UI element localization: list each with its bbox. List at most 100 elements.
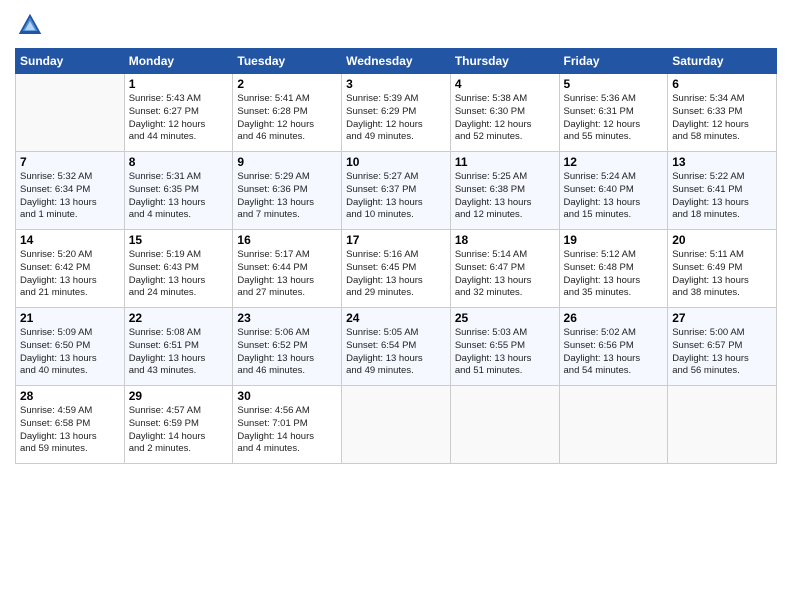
- calendar-cell: [16, 74, 125, 152]
- day-info: Sunrise: 5:36 AM Sunset: 6:31 PM Dayligh…: [564, 93, 664, 144]
- week-row-1: 1 Sunrise: 5:43 AM Sunset: 6:27 PM Daylig…: [16, 74, 777, 152]
- day-info: Sunrise: 5:38 AM Sunset: 6:30 PM Dayligh…: [455, 93, 555, 144]
- calendar-cell: 2 Sunrise: 5:41 AM Sunset: 6:28 PM Daylig…: [233, 74, 342, 152]
- day-info: Sunrise: 5:09 AM Sunset: 6:50 PM Dayligh…: [20, 327, 120, 378]
- calendar-cell: [450, 386, 559, 464]
- day-info: Sunrise: 5:08 AM Sunset: 6:51 PM Dayligh…: [129, 327, 229, 378]
- day-number: 9: [237, 155, 337, 169]
- calendar-cell: 19 Sunrise: 5:12 AM Sunset: 6:48 PM Dayli…: [559, 230, 668, 308]
- day-number: 7: [20, 155, 120, 169]
- day-number: 1: [129, 77, 229, 91]
- day-info: Sunrise: 5:24 AM Sunset: 6:40 PM Dayligh…: [564, 171, 664, 222]
- day-number: 25: [455, 311, 555, 325]
- main-container: SundayMondayTuesdayWednesdayThursdayFrid…: [0, 0, 792, 474]
- page-header: [15, 10, 777, 40]
- calendar-cell: 5 Sunrise: 5:36 AM Sunset: 6:31 PM Daylig…: [559, 74, 668, 152]
- col-header-monday: Monday: [124, 49, 233, 74]
- day-info: Sunrise: 4:59 AM Sunset: 6:58 PM Dayligh…: [20, 405, 120, 456]
- day-info: Sunrise: 5:17 AM Sunset: 6:44 PM Dayligh…: [237, 249, 337, 300]
- day-number: 14: [20, 233, 120, 247]
- day-number: 24: [346, 311, 446, 325]
- day-info: Sunrise: 5:03 AM Sunset: 6:55 PM Dayligh…: [455, 327, 555, 378]
- calendar-cell: 10 Sunrise: 5:27 AM Sunset: 6:37 PM Dayli…: [342, 152, 451, 230]
- day-number: 28: [20, 389, 120, 403]
- day-number: 8: [129, 155, 229, 169]
- day-number: 12: [564, 155, 664, 169]
- calendar-cell: 11 Sunrise: 5:25 AM Sunset: 6:38 PM Dayli…: [450, 152, 559, 230]
- day-info: Sunrise: 5:02 AM Sunset: 6:56 PM Dayligh…: [564, 327, 664, 378]
- calendar-cell: 14 Sunrise: 5:20 AM Sunset: 6:42 PM Dayli…: [16, 230, 125, 308]
- day-info: Sunrise: 5:05 AM Sunset: 6:54 PM Dayligh…: [346, 327, 446, 378]
- day-number: 5: [564, 77, 664, 91]
- day-number: 3: [346, 77, 446, 91]
- col-header-sunday: Sunday: [16, 49, 125, 74]
- day-info: Sunrise: 5:20 AM Sunset: 6:42 PM Dayligh…: [20, 249, 120, 300]
- day-number: 2: [237, 77, 337, 91]
- day-number: 11: [455, 155, 555, 169]
- day-number: 29: [129, 389, 229, 403]
- calendar-cell: [559, 386, 668, 464]
- day-number: 10: [346, 155, 446, 169]
- calendar-cell: 26 Sunrise: 5:02 AM Sunset: 6:56 PM Dayli…: [559, 308, 668, 386]
- day-info: Sunrise: 5:31 AM Sunset: 6:35 PM Dayligh…: [129, 171, 229, 222]
- day-info: Sunrise: 5:14 AM Sunset: 6:47 PM Dayligh…: [455, 249, 555, 300]
- calendar-cell: 9Sunrise: 5:29 AM Sunset: 6:36 PM Daylig…: [233, 152, 342, 230]
- day-info: Sunrise: 5:00 AM Sunset: 6:57 PM Dayligh…: [672, 327, 772, 378]
- day-number: 17: [346, 233, 446, 247]
- calendar-cell: 8 Sunrise: 5:31 AM Sunset: 6:35 PM Daylig…: [124, 152, 233, 230]
- day-info: Sunrise: 5:06 AM Sunset: 6:52 PM Dayligh…: [237, 327, 337, 378]
- logo-icon: [15, 10, 45, 40]
- calendar-cell: 6 Sunrise: 5:34 AM Sunset: 6:33 PM Daylig…: [668, 74, 777, 152]
- calendar-cell: 29Sunrise: 4:57 AM Sunset: 6:59 PM Dayli…: [124, 386, 233, 464]
- day-info: Sunrise: 5:34 AM Sunset: 6:33 PM Dayligh…: [672, 93, 772, 144]
- calendar-cell: 16 Sunrise: 5:17 AM Sunset: 6:44 PM Dayli…: [233, 230, 342, 308]
- day-number: 20: [672, 233, 772, 247]
- calendar-cell: 21 Sunrise: 5:09 AM Sunset: 6:50 PM Dayli…: [16, 308, 125, 386]
- day-number: 16: [237, 233, 337, 247]
- day-info: Sunrise: 5:12 AM Sunset: 6:48 PM Dayligh…: [564, 249, 664, 300]
- day-info: Sunrise: 5:32 AM Sunset: 6:34 PM Dayligh…: [20, 171, 120, 222]
- logo: [15, 10, 47, 40]
- day-info: Sunrise: 5:19 AM Sunset: 6:43 PM Dayligh…: [129, 249, 229, 300]
- week-row-4: 21 Sunrise: 5:09 AM Sunset: 6:50 PM Dayli…: [16, 308, 777, 386]
- day-number: 21: [20, 311, 120, 325]
- calendar-cell: 23Sunrise: 5:06 AM Sunset: 6:52 PM Dayli…: [233, 308, 342, 386]
- calendar-cell: 25 Sunrise: 5:03 AM Sunset: 6:55 PM Dayli…: [450, 308, 559, 386]
- calendar-cell: 24 Sunrise: 5:05 AM Sunset: 6:54 PM Dayli…: [342, 308, 451, 386]
- calendar-cell: 17 Sunrise: 5:16 AM Sunset: 6:45 PM Dayli…: [342, 230, 451, 308]
- day-info: Sunrise: 5:25 AM Sunset: 6:38 PM Dayligh…: [455, 171, 555, 222]
- calendar-cell: [342, 386, 451, 464]
- day-info: Sunrise: 5:43 AM Sunset: 6:27 PM Dayligh…: [129, 93, 229, 144]
- calendar-cell: 15Sunrise: 5:19 AM Sunset: 6:43 PM Dayli…: [124, 230, 233, 308]
- calendar-cell: 1 Sunrise: 5:43 AM Sunset: 6:27 PM Daylig…: [124, 74, 233, 152]
- day-info: Sunrise: 4:56 AM Sunset: 7:01 PM Dayligh…: [237, 405, 337, 456]
- day-number: 6: [672, 77, 772, 91]
- week-row-5: 28 Sunrise: 4:59 AM Sunset: 6:58 PM Dayli…: [16, 386, 777, 464]
- calendar-cell: 12 Sunrise: 5:24 AM Sunset: 6:40 PM Dayli…: [559, 152, 668, 230]
- col-header-thursday: Thursday: [450, 49, 559, 74]
- calendar-cell: 22 Sunrise: 5:08 AM Sunset: 6:51 PM Dayli…: [124, 308, 233, 386]
- day-number: 13: [672, 155, 772, 169]
- day-info: Sunrise: 5:16 AM Sunset: 6:45 PM Dayligh…: [346, 249, 446, 300]
- calendar-cell: 27Sunrise: 5:00 AM Sunset: 6:57 PM Dayli…: [668, 308, 777, 386]
- day-info: Sunrise: 5:27 AM Sunset: 6:37 PM Dayligh…: [346, 171, 446, 222]
- week-row-2: 7 Sunrise: 5:32 AM Sunset: 6:34 PM Daylig…: [16, 152, 777, 230]
- day-number: 18: [455, 233, 555, 247]
- day-number: 26: [564, 311, 664, 325]
- day-number: 19: [564, 233, 664, 247]
- calendar-cell: 20 Sunrise: 5:11 AM Sunset: 6:49 PM Dayli…: [668, 230, 777, 308]
- col-header-friday: Friday: [559, 49, 668, 74]
- calendar-table: SundayMondayTuesdayWednesdayThursdayFrid…: [15, 48, 777, 464]
- calendar-cell: 13 Sunrise: 5:22 AM Sunset: 6:41 PM Dayli…: [668, 152, 777, 230]
- calendar-cell: 18 Sunrise: 5:14 AM Sunset: 6:47 PM Dayli…: [450, 230, 559, 308]
- day-number: 22: [129, 311, 229, 325]
- col-header-saturday: Saturday: [668, 49, 777, 74]
- calendar-cell: [668, 386, 777, 464]
- day-number: 4: [455, 77, 555, 91]
- day-info: Sunrise: 5:11 AM Sunset: 6:49 PM Dayligh…: [672, 249, 772, 300]
- calendar-cell: 30Sunrise: 4:56 AM Sunset: 7:01 PM Dayli…: [233, 386, 342, 464]
- week-row-3: 14 Sunrise: 5:20 AM Sunset: 6:42 PM Dayli…: [16, 230, 777, 308]
- day-info: Sunrise: 5:41 AM Sunset: 6:28 PM Dayligh…: [237, 93, 337, 144]
- day-info: Sunrise: 5:22 AM Sunset: 6:41 PM Dayligh…: [672, 171, 772, 222]
- col-header-tuesday: Tuesday: [233, 49, 342, 74]
